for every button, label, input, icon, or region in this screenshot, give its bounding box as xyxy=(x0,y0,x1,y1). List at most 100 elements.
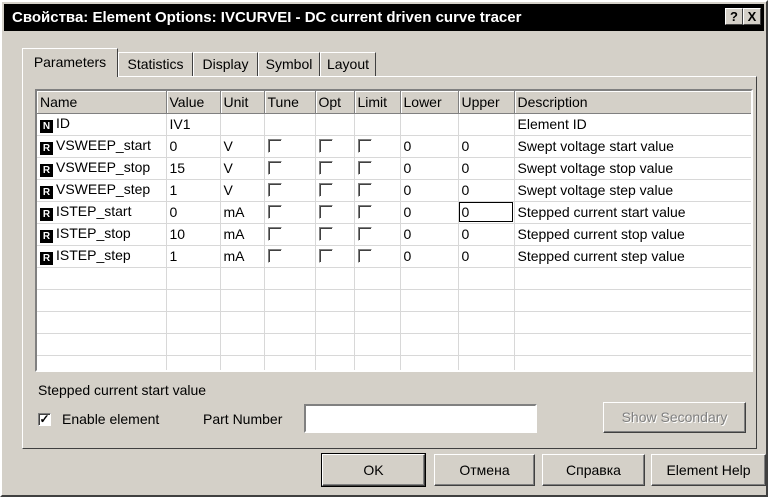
upper-cell[interactable]: 0 xyxy=(458,135,515,158)
tab-display[interactable]: Display xyxy=(193,52,258,76)
description-cell: Swept voltage start value xyxy=(514,135,751,158)
opt-checkbox[interactable] xyxy=(318,161,333,175)
limit-checkbox[interactable] xyxy=(357,139,372,153)
col-header-value[interactable]: Value xyxy=(166,91,221,114)
tune-checkbox[interactable] xyxy=(267,183,282,197)
lower-cell[interactable]: 0 xyxy=(400,157,459,180)
opt-checkbox[interactable] xyxy=(318,205,333,219)
value-cell[interactable]: 10 xyxy=(166,223,221,246)
show-secondary-button[interactable]: Show Secondary xyxy=(603,402,746,433)
element-options-dialog: Свойства: Element Options: IVCURVEI - DC… xyxy=(0,0,768,497)
upper-cell[interactable]: 0 xyxy=(458,223,515,246)
name-cell[interactable]: R ISTEP_start xyxy=(37,201,167,224)
upper-cell[interactable]: 0 xyxy=(458,157,515,180)
col-header-opt[interactable]: Opt xyxy=(315,91,355,114)
col-header-name[interactable]: Name xyxy=(37,91,167,114)
limit-cell xyxy=(354,135,401,158)
table-row[interactable]: N ID IV1 Element ID xyxy=(37,113,751,136)
empty-row xyxy=(37,267,751,290)
unit-cell[interactable]: V xyxy=(220,135,265,158)
limit-cell xyxy=(354,179,401,202)
empty-row xyxy=(37,333,751,356)
value-cell[interactable]: 0 xyxy=(166,135,221,158)
parameters-grid[interactable]: Name Value Unit Tune Opt Limit Lower Upp… xyxy=(35,89,753,372)
limit-checkbox[interactable] xyxy=(357,249,372,263)
tune-checkbox[interactable] xyxy=(267,249,282,263)
title-bar[interactable]: Свойства: Element Options: IVCURVEI - DC… xyxy=(4,4,764,31)
unit-cell[interactable]: mA xyxy=(220,245,265,268)
table-row[interactable]: R ISTEP_start 0 mA 0 0 Stepped current st… xyxy=(37,201,751,224)
tune-cell xyxy=(264,245,316,268)
upper-cell xyxy=(458,113,515,136)
unit-cell[interactable]: mA xyxy=(220,223,265,246)
empty-row xyxy=(37,289,751,312)
help-icon[interactable]: ? xyxy=(725,8,743,25)
description-cell: Element ID xyxy=(514,113,751,136)
upper-cell[interactable]: 0 xyxy=(458,245,515,268)
unit-cell[interactable]: mA xyxy=(220,201,265,224)
col-header-description[interactable]: Description xyxy=(514,91,751,114)
col-header-tune[interactable]: Tune xyxy=(264,91,316,114)
lower-cell[interactable]: 0 xyxy=(400,201,459,224)
name-cell[interactable]: R ISTEP_stop xyxy=(37,223,167,246)
ok-button[interactable]: OK xyxy=(321,453,426,487)
description-cell: Stepped current step value xyxy=(514,245,751,268)
description-cell: Swept voltage step value xyxy=(514,179,751,202)
value-cell[interactable]: IV1 xyxy=(166,113,221,136)
lower-cell[interactable]: 0 xyxy=(400,223,459,246)
unit-cell[interactable]: V xyxy=(220,179,265,202)
table-row[interactable]: R ISTEP_stop 10 mA 0 0 Stepped current st… xyxy=(37,223,751,246)
tune-checkbox[interactable] xyxy=(267,205,282,219)
col-header-lower[interactable]: Lower xyxy=(400,91,459,114)
upper-cell-focused[interactable]: 0 xyxy=(458,201,515,224)
name-cell[interactable]: N ID xyxy=(37,113,167,136)
element-help-button[interactable]: Element Help xyxy=(651,454,766,486)
tab-parameters[interactable]: Parameters xyxy=(22,48,118,77)
tab-symbol[interactable]: Symbol xyxy=(258,52,320,76)
col-header-limit[interactable]: Limit xyxy=(354,91,401,114)
table-row[interactable]: R ISTEP_step 1 mA 0 0 Stepped current ste… xyxy=(37,245,751,268)
limit-checkbox[interactable] xyxy=(357,205,372,219)
tune-checkbox[interactable] xyxy=(267,161,282,175)
enable-element-label[interactable]: Enable element xyxy=(62,411,159,427)
part-number-input[interactable] xyxy=(304,404,537,433)
name-cell[interactable]: R VSWEEP_stop xyxy=(37,157,167,180)
opt-checkbox[interactable] xyxy=(318,249,333,263)
param-type-icon: R xyxy=(40,186,53,199)
name-cell[interactable]: R VSWEEP_start xyxy=(37,135,167,158)
value-cell[interactable]: 1 xyxy=(166,179,221,202)
value-cell[interactable]: 0 xyxy=(166,201,221,224)
unit-cell[interactable]: V xyxy=(220,157,265,180)
limit-checkbox[interactable] xyxy=(357,161,372,175)
tune-checkbox[interactable] xyxy=(267,227,282,241)
value-cell[interactable]: 15 xyxy=(166,157,221,180)
opt-checkbox[interactable] xyxy=(318,139,333,153)
opt-checkbox[interactable] xyxy=(318,227,333,241)
window-title: Свойства: Element Options: IVCURVEI - DC… xyxy=(12,9,522,26)
lower-cell[interactable]: 0 xyxy=(400,245,459,268)
param-name: VSWEEP_start xyxy=(56,137,151,153)
param-type-icon: R xyxy=(40,164,53,177)
close-icon[interactable]: X xyxy=(743,8,761,25)
tune-checkbox[interactable] xyxy=(267,139,282,153)
name-cell[interactable]: R VSWEEP_step xyxy=(37,179,167,202)
enable-element-checkbox[interactable]: ✓ xyxy=(38,413,51,426)
lower-cell[interactable]: 0 xyxy=(400,179,459,202)
table-row[interactable]: R VSWEEP_stop 15 V 0 0 Swept voltage stop… xyxy=(37,157,751,180)
tab-statistics[interactable]: Statistics xyxy=(118,52,193,76)
lower-cell[interactable]: 0 xyxy=(400,135,459,158)
col-header-upper[interactable]: Upper xyxy=(458,91,515,114)
name-cell[interactable]: R ISTEP_step xyxy=(37,245,167,268)
opt-checkbox[interactable] xyxy=(318,183,333,197)
help-button[interactable]: Справка xyxy=(542,454,645,486)
cancel-button[interactable]: Отмена xyxy=(434,454,535,486)
table-row[interactable]: R VSWEEP_step 1 V 0 0 Swept voltage step … xyxy=(37,179,751,202)
value-cell[interactable]: 1 xyxy=(166,245,221,268)
limit-checkbox[interactable] xyxy=(357,183,372,197)
upper-cell[interactable]: 0 xyxy=(458,179,515,202)
description-cell: Swept voltage stop value xyxy=(514,157,751,180)
tab-layout[interactable]: Layout xyxy=(320,52,376,76)
limit-checkbox[interactable] xyxy=(357,227,372,241)
col-header-unit[interactable]: Unit xyxy=(220,91,265,114)
table-row[interactable]: R VSWEEP_start 0 V 0 0 Swept voltage star… xyxy=(37,135,751,158)
